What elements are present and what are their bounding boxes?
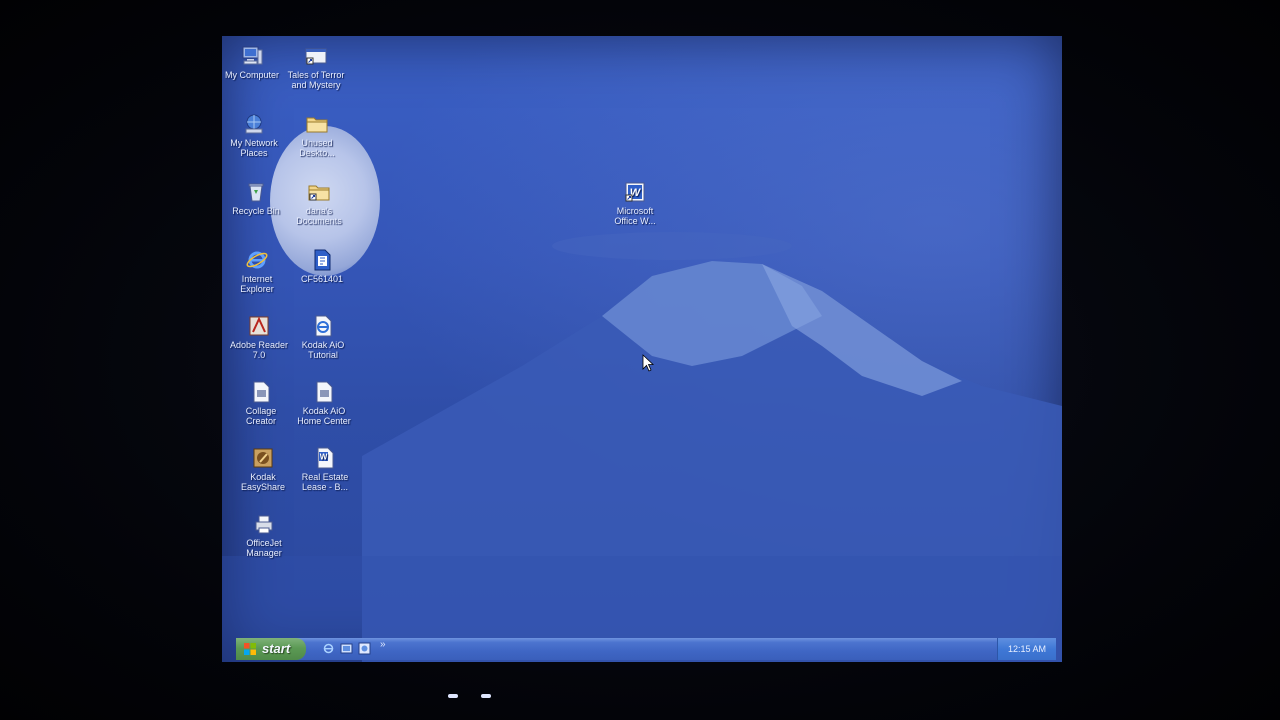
desktop-icon-label: Recycle Bin: [232, 206, 280, 216]
internet-explorer-icon[interactable]: [322, 642, 335, 655]
quick-launch-overflow[interactable]: »: [380, 639, 386, 650]
clock[interactable]: 12:15 AM: [1008, 644, 1046, 654]
desktop-icon-label: My Network Places: [230, 138, 278, 158]
taskbar: start » 12:15 AM: [236, 638, 1056, 660]
desktop-icon-label: Internet Explorer: [240, 274, 274, 294]
desktop-icon-internet-explorer[interactable]: Internet Explorer: [222, 248, 292, 294]
start-button[interactable]: start: [236, 638, 306, 660]
monitor-led: [481, 694, 491, 698]
desktop-icon-collage-creator[interactable]: Collage Creator: [226, 380, 296, 426]
system-tray: 12:15 AM: [997, 638, 1056, 660]
desktop-icon-my-network-places[interactable]: My Network Places: [222, 112, 289, 158]
monitor-led: [448, 694, 458, 698]
desktop-icon-label: Kodak AiO Tutorial: [301, 340, 345, 360]
desktop-icon-label: My Computer: [224, 70, 279, 80]
show-desktop-icon[interactable]: [340, 642, 353, 655]
desktop-icon-label: Kodak EasyShare: [240, 472, 286, 492]
desktop-icon-label: Real Estate Lease - B...: [301, 472, 349, 492]
desktop-icon-label: Microsoft Office W...: [614, 206, 656, 226]
document-icon: [314, 249, 331, 271]
recycle-bin-icon: [248, 183, 264, 202]
desktop-screen[interactable]: My Computer My Network Places Recycle Bi…: [222, 36, 1062, 662]
start-label: start: [262, 641, 291, 656]
word-document-icon: W: [317, 447, 334, 469]
desktop-icon-unused-desktop[interactable]: Unused Deskto...: [282, 112, 352, 158]
computer-icon: [242, 46, 263, 65]
kodak-easyshare-icon: [253, 448, 273, 468]
mouse-cursor-icon: [642, 354, 654, 372]
kodak-home-icon: [316, 381, 333, 403]
kodak-tutorial-icon: [315, 315, 332, 337]
internet-explorer-icon: [246, 251, 268, 269]
desktop-icon-cf561401[interactable]: CF561401: [287, 248, 357, 284]
desktop-icon-label: dana's Documents: [296, 206, 342, 226]
network-icon: [245, 114, 263, 134]
svg-text:W: W: [320, 453, 328, 462]
folder-shortcut-icon: [308, 185, 330, 201]
desktop-icon-label: Kodak AiO Home Center: [297, 406, 351, 426]
desktop-icon-kodak-aio-home-center[interactable]: Kodak AiO Home Center: [289, 380, 359, 426]
collage-icon: [253, 381, 270, 403]
shortcut-icon: [305, 48, 327, 65]
desktop-icon-my-computer[interactable]: My Computer: [222, 44, 287, 80]
adobe-reader-icon: [249, 316, 269, 336]
media-icon[interactable]: [358, 642, 371, 655]
desktop-icon-label: Collage Creator: [245, 406, 277, 426]
printer-icon: [255, 515, 273, 534]
desktop-icon-label: Unused Deskto...: [299, 138, 335, 158]
desktop-icon-microsoft-office-word[interactable]: W Microsoft Office W...: [600, 180, 670, 226]
desktop-icon-real-estate-lease[interactable]: W Real Estate Lease - B...: [290, 446, 360, 492]
desktop-icon-label: Adobe Reader 7.0: [229, 340, 289, 360]
desktop-icon-label: OfficeJet Manager: [246, 538, 282, 558]
monitor-bezel: My Computer My Network Places Recycle Bi…: [0, 0, 1280, 720]
desktop-icon-label: CF561401: [300, 274, 344, 284]
desktop-icon-kodak-aio-tutorial[interactable]: Kodak AiO Tutorial: [288, 314, 358, 360]
windows-flag-icon: [244, 643, 256, 655]
folder-icon: [306, 117, 328, 133]
desktop-icon-danas-documents[interactable]: dana's Documents: [284, 180, 354, 226]
desktop-icon-officejet-manager[interactable]: OfficeJet Manager: [229, 512, 299, 558]
word-icon: W: [625, 182, 645, 202]
desktop-icon-adobe-reader[interactable]: Adobe Reader 7.0: [224, 314, 294, 360]
desktop-icon-recycle-bin[interactable]: Recycle Bin: [222, 180, 291, 216]
desktop-icon-kodak-easyshare[interactable]: Kodak EasyShare: [228, 446, 298, 492]
desktop-icon-tales-of-terror[interactable]: Tales of Terror and Mystery: [281, 44, 351, 90]
desktop-icon-label: Tales of Terror and Mystery: [287, 70, 345, 90]
